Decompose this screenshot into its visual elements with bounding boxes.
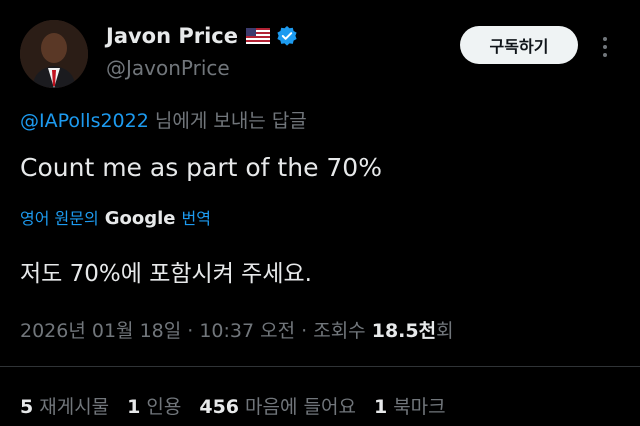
author-name-row: Javon Price <box>106 24 298 48</box>
timestamp[interactable]: 2026년 01월 18일 · 10:37 오전 · 조회수 <box>20 320 366 342</box>
us-flag-icon <box>246 28 270 44</box>
view-count-suffix: 회 <box>436 320 454 342</box>
translated-text: 저도 70%에 포함시켜 주세요. <box>20 261 312 287</box>
stat-bookmarks[interactable]: 1 북마크 <box>374 392 446 419</box>
reply-context-label: 님에게 보내는 답글 <box>148 110 307 132</box>
tweet-meta: 2026년 01월 18일 · 10:37 오전 · 조회수 18.5천회 <box>20 316 454 343</box>
google-logo: Google <box>104 208 176 229</box>
translation-suffix: 번역 <box>181 209 211 228</box>
engagement-stats: 5 재게시물 1 인용 456 마음에 들어요 1 북마크 <box>20 392 464 419</box>
translation-prefix: 영어 원문의 <box>20 209 99 228</box>
reply-mention-link[interactable]: @IAPolls2022 <box>20 110 149 132</box>
tweet-text: Count me as part of the 70% <box>20 153 382 182</box>
author-handle[interactable]: @JavonPrice <box>106 56 230 80</box>
author-name[interactable]: Javon Price <box>106 24 238 48</box>
translation-attribution[interactable]: 영어 원문의 Google 번역 <box>20 205 211 229</box>
reply-context: @IAPolls2022 님에게 보내는 답글 <box>20 106 307 133</box>
view-count: 18.5천 <box>371 320 437 342</box>
stat-likes[interactable]: 456 마음에 들어요 <box>199 392 356 419</box>
divider <box>0 366 640 367</box>
stat-quotes[interactable]: 1 인용 <box>127 392 181 419</box>
stat-reposts[interactable]: 5 재게시물 <box>20 392 109 419</box>
follow-button[interactable]: 구독하기 <box>460 26 578 64</box>
avatar[interactable] <box>20 20 88 88</box>
verified-badge-icon[interactable] <box>276 25 298 47</box>
more-options-icon[interactable] <box>602 36 608 58</box>
